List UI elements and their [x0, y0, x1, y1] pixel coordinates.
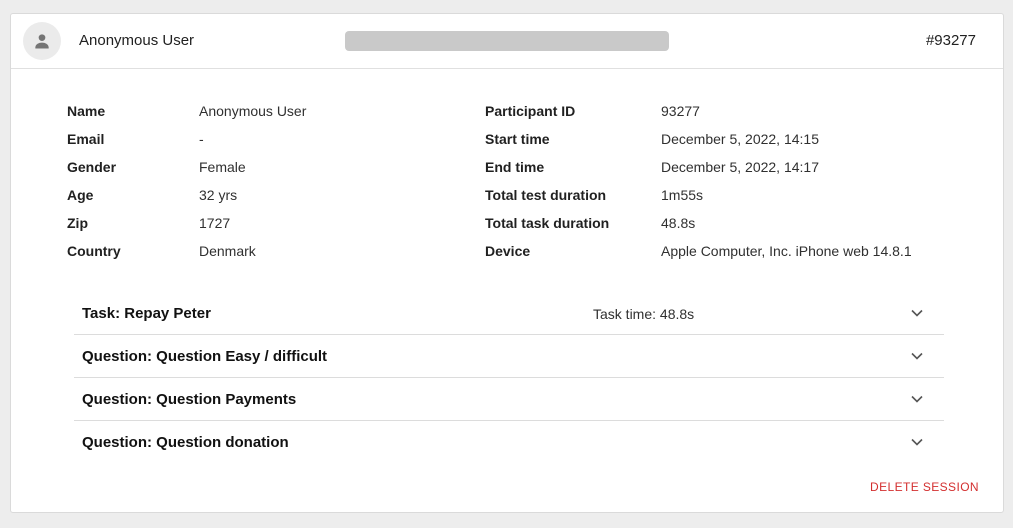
detail-value-gender: Female: [199, 159, 246, 175]
detail-label-gender: Gender: [67, 159, 117, 175]
session-header: Anonymous User #93277: [11, 14, 1003, 69]
detail-label-start-time: Start time: [485, 131, 550, 147]
task-time: Task time: 48.8s: [593, 306, 695, 322]
detail-label-end-time: End time: [485, 159, 545, 175]
section-title: Task: Repay Peter: [82, 305, 211, 322]
detail-label-age: Age: [67, 187, 94, 203]
avatar: [23, 22, 61, 60]
detail-value-end-time: December 5, 2022, 14:17: [661, 159, 819, 175]
detail-value-total-task-duration: 48.8s: [661, 215, 696, 231]
detail-value-start-time: December 5, 2022, 14:15: [661, 131, 819, 147]
chevron-down-icon[interactable]: [910, 392, 924, 406]
section-title: Question: Question Payments: [82, 391, 297, 408]
delete-session-button[interactable]: DELETE SESSION: [870, 480, 979, 494]
person-icon: [35, 34, 49, 49]
detail-label-name: Name: [67, 103, 106, 119]
section-title: Question: Question donation: [82, 434, 289, 451]
detail-value-zip: 1727: [199, 215, 231, 231]
detail-label-country: Country: [67, 243, 121, 259]
detail-value-name: Anonymous User: [199, 103, 307, 119]
detail-value-age: 32 yrs: [199, 187, 238, 203]
detail-value-device: Apple Computer, Inc. iPhone web 14.8.1: [661, 243, 912, 259]
detail-label-zip: Zip: [67, 215, 88, 231]
session-card: Anonymous User #93277 Name Anonymous Use…: [10, 13, 1004, 513]
chevron-down-icon[interactable]: [910, 349, 924, 363]
chevron-down-icon[interactable]: [910, 435, 924, 449]
section-question-easy-difficult[interactable]: Question: Question Easy / difficult: [74, 335, 944, 378]
detail-value-country: Denmark: [199, 243, 256, 259]
detail-label-total-task-duration: Total task duration: [485, 215, 610, 231]
detail-label-email: Email: [67, 131, 105, 147]
detail-label-participant-id: Participant ID: [485, 103, 576, 119]
section-question-payments[interactable]: Question: Question Payments: [74, 378, 944, 421]
section-question-donation[interactable]: Question: Question donation: [74, 421, 944, 464]
section-title: Question: Question Easy / difficult: [82, 348, 328, 365]
chevron-down-icon[interactable]: [910, 306, 924, 320]
section-task-repay-peter[interactable]: Task: Repay Peter Task time: 48.8s: [74, 292, 944, 335]
redacted-placeholder-bar: [345, 31, 669, 51]
detail-label-total-test-duration: Total test duration: [485, 187, 607, 203]
header-participant-tag: #93277: [925, 32, 976, 49]
header-user-name: Anonymous User: [79, 32, 195, 49]
detail-value-participant-id: 93277: [661, 103, 700, 119]
detail-label-device: Device: [485, 243, 531, 259]
detail-value-email: -: [199, 131, 204, 147]
detail-value-total-test-duration: 1m55s: [661, 187, 704, 203]
